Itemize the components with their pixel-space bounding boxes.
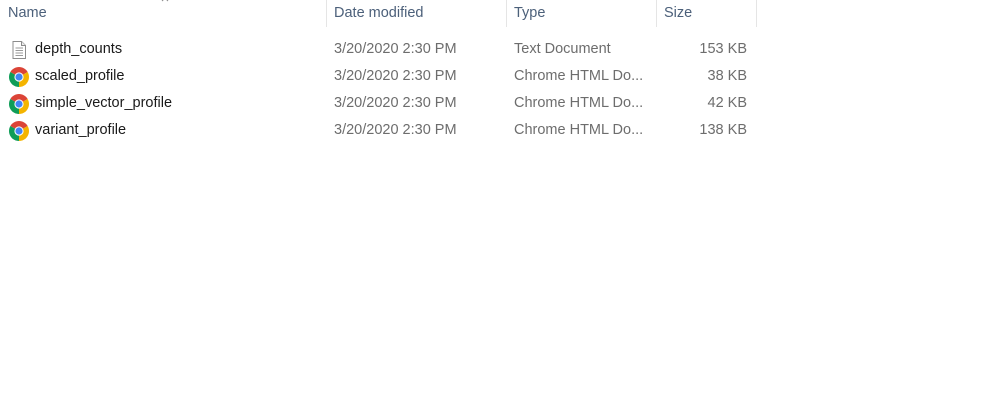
file-type: Text Document bbox=[514, 41, 611, 57]
file-row[interactable]: scaled_profile 3/20/2020 2:30 PM Chrome … bbox=[0, 63, 757, 90]
chrome-icon bbox=[9, 94, 29, 114]
file-name-cell: depth_counts bbox=[9, 36, 319, 63]
file-size: 138 KB bbox=[699, 122, 747, 138]
file-size: 38 KB bbox=[707, 68, 748, 84]
column-header-bar: Name Date modified Type Size bbox=[0, 0, 984, 28]
file-type: Chrome HTML Do... bbox=[514, 68, 644, 84]
file-row[interactable]: depth_counts 3/20/2020 2:30 PM Text Docu… bbox=[0, 36, 757, 63]
file-name-cell: scaled_profile bbox=[9, 63, 319, 90]
file-row[interactable]: simple_vector_profile 3/20/2020 2:30 PM … bbox=[0, 90, 757, 117]
column-header-size[interactable]: Size bbox=[657, 0, 757, 27]
file-list: depth_counts 3/20/2020 2:30 PM Text Docu… bbox=[0, 36, 984, 144]
file-name: simple_vector_profile bbox=[35, 95, 173, 111]
column-header-type-label: Type bbox=[514, 5, 546, 21]
column-header-size-label: Size bbox=[664, 5, 693, 21]
file-type: Chrome HTML Do... bbox=[514, 95, 644, 111]
file-size: 42 KB bbox=[707, 95, 748, 111]
file-name-cell: simple_vector_profile bbox=[9, 90, 319, 117]
file-row[interactable]: variant_profile 3/20/2020 2:30 PM Chrome… bbox=[0, 117, 757, 144]
chrome-icon bbox=[9, 121, 29, 141]
file-date: 3/20/2020 2:30 PM bbox=[334, 122, 457, 138]
file-name: variant_profile bbox=[35, 122, 127, 138]
file-type: Chrome HTML Do... bbox=[514, 122, 644, 138]
column-header-date-label: Date modified bbox=[334, 5, 424, 21]
text-document-icon bbox=[12, 41, 26, 59]
column-header-date-modified[interactable]: Date modified bbox=[327, 0, 507, 27]
column-header-type[interactable]: Type bbox=[507, 0, 657, 27]
file-date: 3/20/2020 2:30 PM bbox=[334, 68, 457, 84]
file-explorer: Name Date modified Type Size depth_count… bbox=[0, 0, 984, 401]
column-header-name-label: Name bbox=[8, 5, 47, 21]
chrome-icon bbox=[9, 67, 29, 87]
sort-up-icon bbox=[161, 0, 169, 2]
file-size: 153 KB bbox=[699, 41, 747, 57]
file-date: 3/20/2020 2:30 PM bbox=[334, 41, 457, 57]
file-name: scaled_profile bbox=[35, 68, 125, 84]
column-header-name[interactable]: Name bbox=[1, 0, 327, 27]
file-date: 3/20/2020 2:30 PM bbox=[334, 95, 457, 111]
file-name: depth_counts bbox=[35, 41, 123, 57]
file-name-cell: variant_profile bbox=[9, 117, 319, 144]
